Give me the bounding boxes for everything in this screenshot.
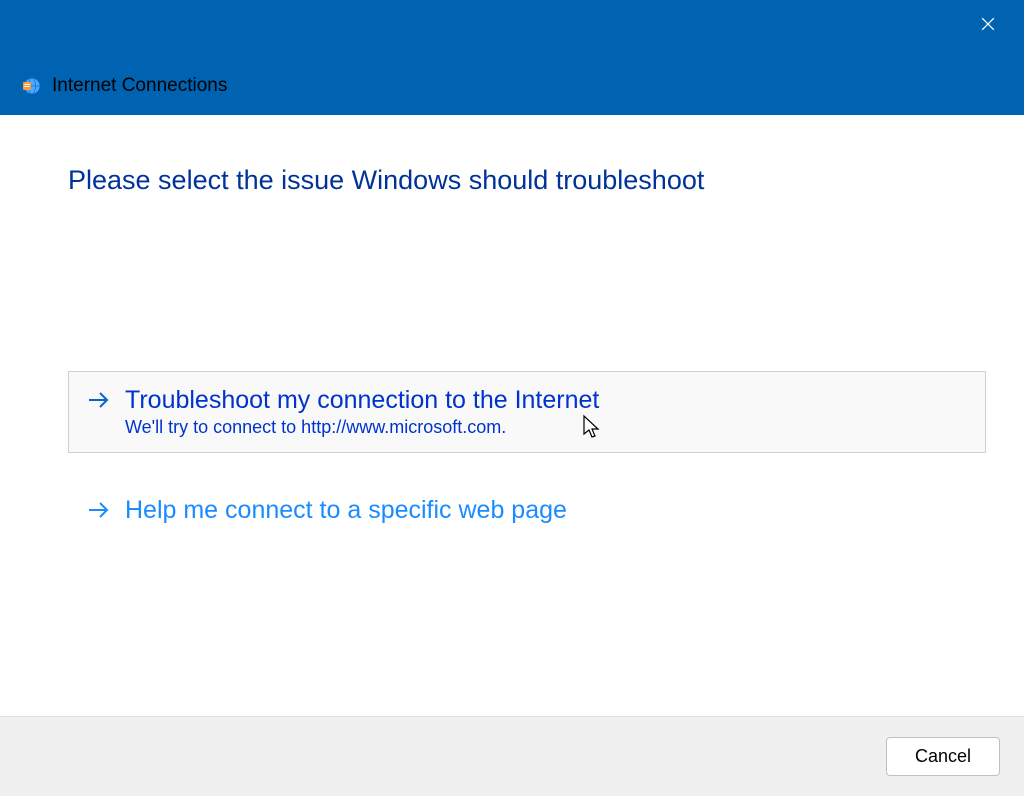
option-list: Troubleshoot my connection to the Intern… xyxy=(68,371,986,540)
close-icon xyxy=(978,14,998,39)
option-title: Help me connect to a specific web page xyxy=(125,496,567,525)
option-troubleshoot-internet[interactable]: Troubleshoot my connection to the Intern… xyxy=(68,371,986,453)
arrow-right-icon xyxy=(87,390,111,415)
content-area: Please select the issue Windows should t… xyxy=(0,115,1024,716)
option-specific-webpage[interactable]: Help me connect to a specific web page xyxy=(68,481,986,540)
cancel-button[interactable]: Cancel xyxy=(886,737,1000,776)
window-title: Internet Connections xyxy=(52,75,227,97)
app-icon xyxy=(22,76,42,96)
option-title: Troubleshoot my connection to the Intern… xyxy=(125,386,599,415)
page-heading: Please select the issue Windows should t… xyxy=(68,165,986,196)
footer: Cancel xyxy=(0,716,1024,796)
arrow-right-icon xyxy=(87,500,111,525)
option-text: Troubleshoot my connection to the Intern… xyxy=(125,386,599,438)
option-subtitle: We'll try to connect to http://www.micro… xyxy=(125,417,599,438)
titlebar: Internet Connections xyxy=(0,0,1024,115)
option-text: Help me connect to a specific web page xyxy=(125,496,567,525)
title-section: Internet Connections xyxy=(22,75,227,97)
close-button[interactable] xyxy=(974,12,1002,40)
